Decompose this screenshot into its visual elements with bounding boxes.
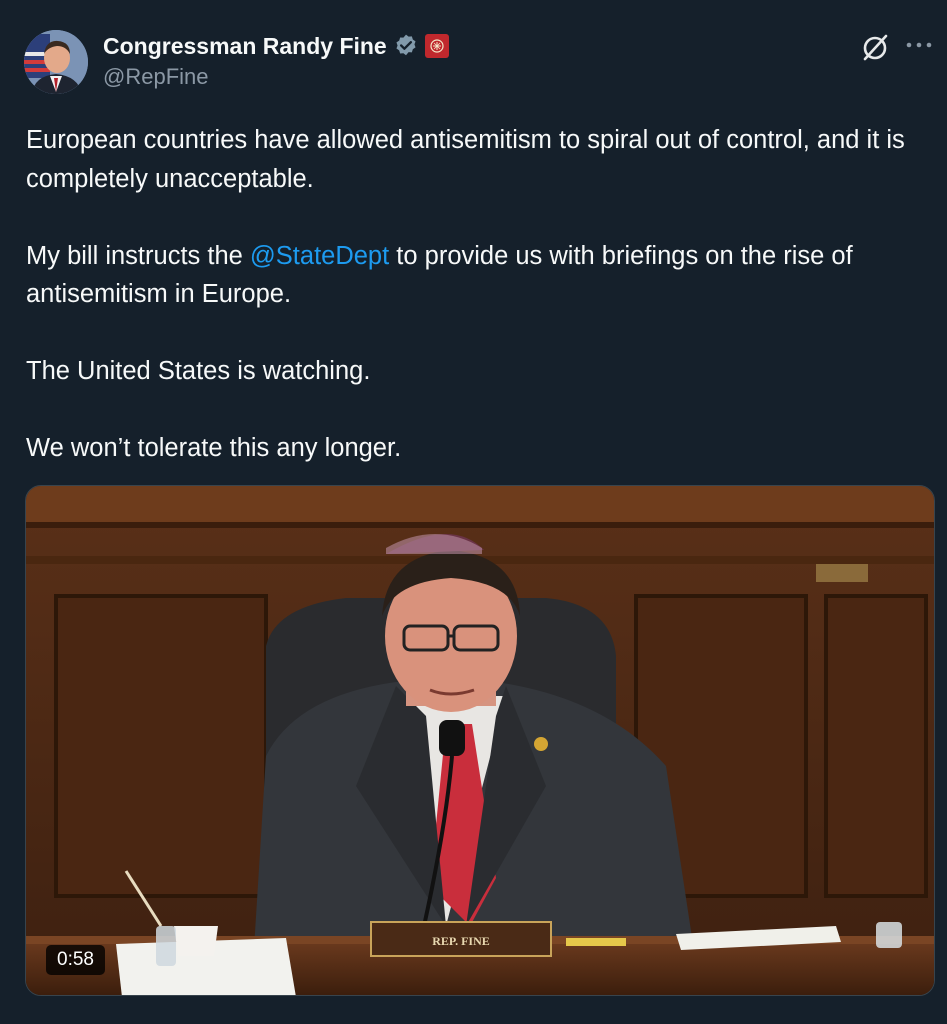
post-paragraph-1: European countries have allowed antisemi…: [26, 126, 905, 193]
post-paragraph-2-start: My bill instructs the: [26, 241, 250, 270]
post-text: European countries have allowed antisemi…: [26, 121, 926, 468]
handle[interactable]: @RepFine: [103, 64, 209, 90]
video-frame: REP. FINE: [26, 486, 934, 995]
mention-link-statedept[interactable]: @StateDept: [250, 242, 389, 270]
grok-icon[interactable]: [858, 31, 892, 65]
video-duration: 0:58: [46, 945, 105, 975]
us-house-badge-icon[interactable]: [424, 34, 449, 58]
video-player[interactable]: REP. FINE 0:58: [25, 485, 935, 996]
name-row: Congressman Randy Fine: [103, 30, 449, 62]
post-paragraph-2: My bill instructs the @StateDept to prov…: [26, 237, 926, 314]
display-name[interactable]: Congressman Randy Fine: [103, 33, 387, 60]
nameplate-text: REP. FINE: [432, 934, 490, 948]
post-paragraph-3: The United States is watching.: [26, 357, 371, 385]
verified-badge-icon[interactable]: [393, 33, 419, 59]
avatar[interactable]: [24, 30, 88, 94]
more-options-icon[interactable]: [904, 38, 934, 52]
post: Congressman Randy Fine @RepFine European…: [0, 0, 947, 1024]
post-paragraph-4: We won’t tolerate this any longer.: [26, 434, 402, 462]
